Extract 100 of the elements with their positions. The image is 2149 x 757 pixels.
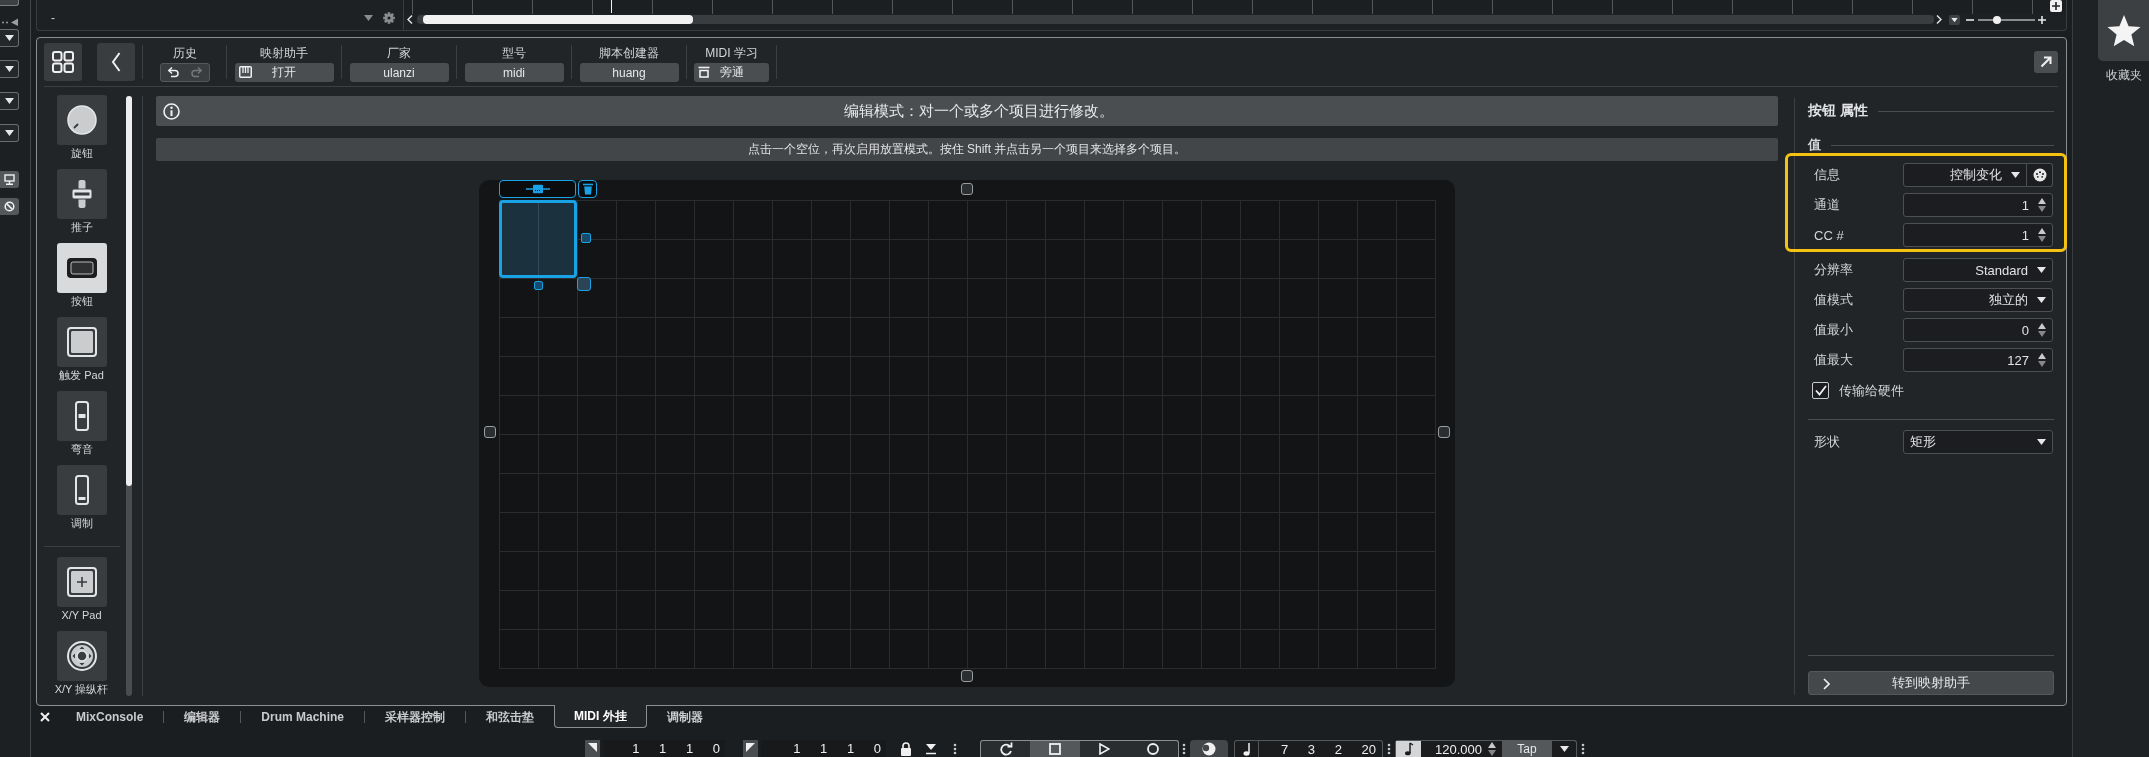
tab[interactable]: 采样器控制: [365, 706, 466, 728]
chevron-right-icon: [1823, 678, 1830, 690]
resize-handle[interactable]: [577, 277, 591, 291]
canvas-resize-handle[interactable]: [1438, 426, 1450, 438]
zoom-slider[interactable]: [1978, 18, 2035, 21]
tab[interactable]: 和弦击垫: [466, 706, 555, 728]
resize-handle[interactable]: [534, 281, 543, 290]
info-icon: [163, 102, 180, 120]
canvas-resize-handle[interactable]: [961, 183, 973, 195]
dropdown[interactable]: 独立的: [1903, 288, 2053, 312]
position-field[interactable]: 7 3 2 20: [1234, 740, 1383, 757]
cursor-line: [611, 0, 612, 13]
stop-button[interactable]: [1030, 741, 1080, 757]
caret-down-icon: [1951, 17, 1958, 22]
number-field[interactable]: 1: [1903, 193, 2053, 217]
dropdown[interactable]: 矩形: [1903, 430, 2053, 454]
midi-button[interactable]: [2027, 163, 2053, 187]
crescent-icon: [1202, 741, 1216, 756]
scrollbar-thumb[interactable]: [126, 96, 132, 486]
tab[interactable]: 调制器: [646, 706, 723, 728]
close-icon[interactable]: [40, 712, 50, 722]
value-field[interactable]: midi: [464, 63, 564, 82]
learn-button[interactable]: 旁通: [694, 63, 769, 82]
palette-tile[interactable]: [56, 391, 107, 441]
back-button[interactable]: [97, 43, 135, 81]
tab[interactable]: 编辑器: [164, 706, 241, 728]
canvas-resize-handle[interactable]: [961, 670, 973, 682]
dropdown[interactable]: 控制变化: [1903, 163, 2027, 187]
checkbox[interactable]: [1812, 382, 1829, 399]
dropdown-button[interactable]: [0, 124, 19, 142]
arrow-up-right-icon: [2040, 56, 2052, 68]
locator-field[interactable]: 1 1 1 0: [761, 740, 886, 757]
canvas-resize-handle[interactable]: [484, 426, 496, 438]
palette-tile[interactable]: [56, 243, 107, 293]
property-label: 值最大: [1814, 351, 1854, 369]
property-label: 形状: [1814, 433, 1841, 451]
tempo-field[interactable]: 120.000: [1421, 741, 1502, 757]
navigate-button[interactable]: 转到映射助手: [1808, 671, 2054, 695]
value-field[interactable]: huang: [579, 63, 679, 82]
dropdown-button[interactable]: [0, 29, 19, 47]
toggle-button[interactable]: [0, 198, 19, 215]
check-icon: [1814, 385, 1827, 396]
click-button[interactable]: [1190, 740, 1228, 757]
favorites-label: 收藏夹: [2104, 67, 2143, 84]
toggle-button[interactable]: [0, 171, 19, 188]
dropdown-button[interactable]: [1949, 14, 1960, 25]
plus-pad-icon: [65, 566, 98, 598]
drag-handle[interactable]: [499, 180, 576, 198]
toolbar-button[interactable]: [0, 0, 19, 6]
toolbar-label: 映射助手: [260, 46, 308, 60]
tempo-toggle[interactable]: [1396, 741, 1421, 757]
palette-tile[interactable]: [56, 95, 107, 145]
tap-button[interactable]: Tap: [1502, 741, 1552, 757]
plus-icon: [2052, 2, 2060, 10]
gear-icon[interactable]: [383, 12, 395, 24]
button-control[interactable]: [499, 200, 577, 278]
palette-tile[interactable]: [56, 465, 107, 515]
slider-thumb[interactable]: [1992, 15, 2001, 24]
palette-tile[interactable]: [56, 317, 107, 367]
open-button[interactable]: 打开: [234, 63, 334, 82]
palette-tile[interactable]: [56, 631, 107, 681]
add-button[interactable]: [2050, 0, 2062, 12]
palette-label: 推子: [70, 220, 93, 234]
caret-down-icon[interactable]: [925, 742, 937, 755]
number-field[interactable]: 0: [1903, 318, 2053, 342]
scrollbar-track[interactable]: [126, 96, 132, 696]
caret-down-icon: [2037, 439, 2046, 445]
lock-icon[interactable]: [900, 741, 912, 756]
dots-arrow-icon: [0, 18, 19, 26]
palette-tile[interactable]: [56, 169, 107, 219]
expand-button[interactable]: [2034, 51, 2058, 73]
property-label: 通道: [1814, 196, 1841, 214]
dropdown-button[interactable]: [0, 92, 19, 110]
right-locator-icon[interactable]: [743, 740, 758, 757]
tab[interactable]: Drum Machine: [241, 706, 365, 728]
locator-field[interactable]: 1 1 1 0: [603, 740, 725, 757]
delete-button[interactable]: [578, 180, 597, 198]
favorites-button[interactable]: [2098, 0, 2149, 61]
scrollbar-thumb[interactable]: [423, 15, 693, 24]
stop-icon: [1048, 743, 1061, 755]
value-field[interactable]: ulanzi: [349, 63, 449, 82]
property-label: 分辨率: [1814, 261, 1854, 279]
spinner-icon: [2038, 352, 2046, 368]
dropdown-button[interactable]: [0, 60, 19, 78]
tab[interactable]: MIDI 外挂: [554, 705, 647, 728]
number-field[interactable]: 1: [1903, 223, 2053, 247]
palette-tile[interactable]: [56, 557, 107, 607]
property-label: 信息: [1814, 166, 1841, 184]
caret-down-icon: [4, 35, 14, 41]
resize-handle[interactable]: [581, 233, 591, 243]
left-locator-icon[interactable]: [585, 740, 600, 757]
tab[interactable]: MixConsole: [56, 706, 164, 728]
redo-icon: [190, 67, 203, 78]
scrollbar-track[interactable]: [417, 15, 1934, 24]
info-message: 编辑模式：对一个或多个项目进行修改。: [843, 101, 1115, 121]
grid-view-button[interactable]: [44, 43, 82, 81]
plus-icon: [2038, 15, 2046, 24]
dropdown[interactable]: Standard: [1903, 258, 2053, 282]
vertical-dots-icon: [953, 741, 957, 756]
number-field[interactable]: 127: [1903, 348, 2053, 372]
